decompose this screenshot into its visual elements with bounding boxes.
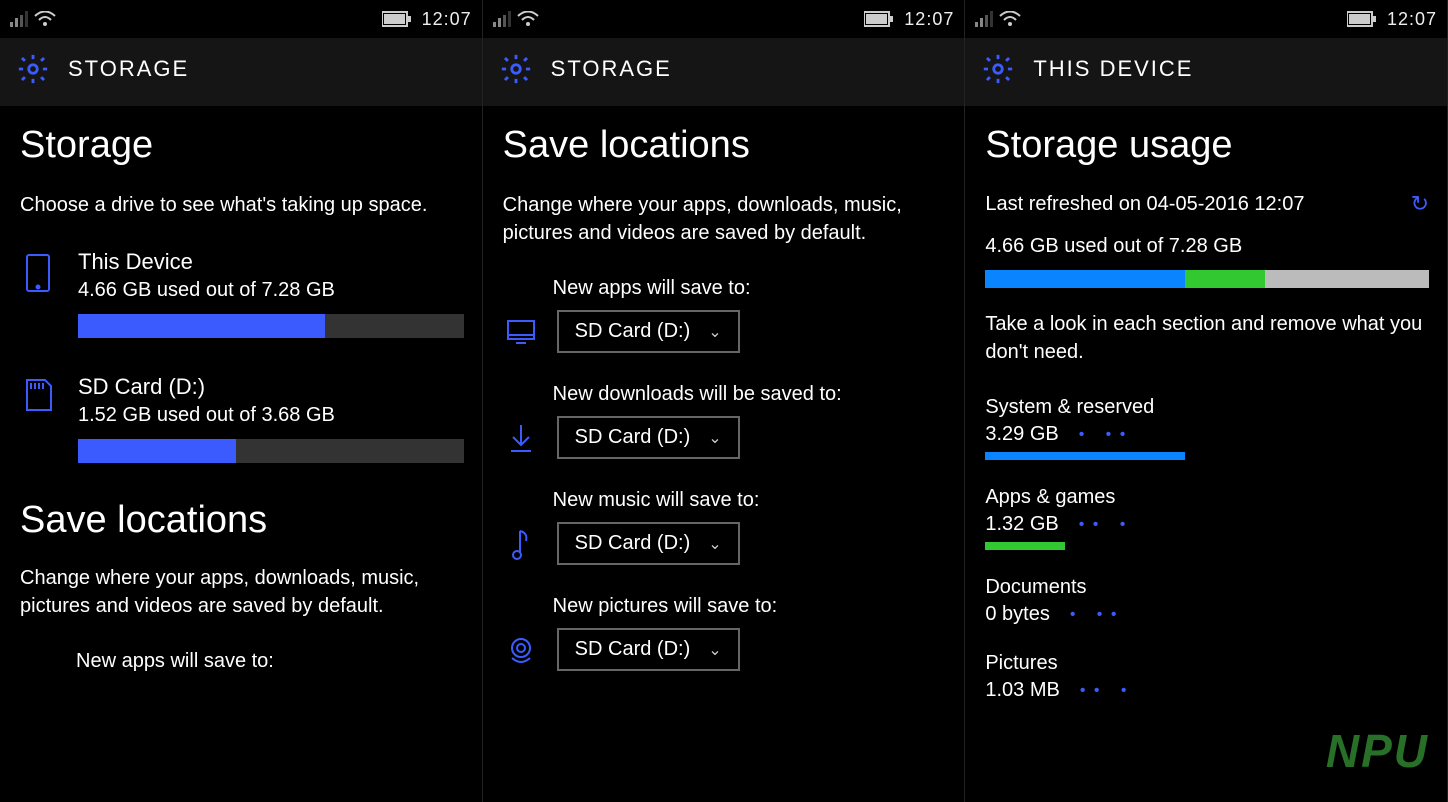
clock-text: 12:07 [904,9,954,30]
wifi-icon [517,11,539,27]
category-name: System & reserved [985,396,1429,419]
usage-bar-system [985,270,1185,288]
page-title: Storage usage [985,124,1429,167]
category-name: Pictures [985,652,1429,675]
save-downloads-label: New downloads will be saved to: [553,383,947,406]
dropdown-value: SD Card (D:) [575,320,691,343]
loading-dots-icon: • • • [1080,682,1129,700]
dropdown-value: SD Card (D:) [575,426,691,449]
signal-icon [10,11,28,27]
screen-storage-overview: 12:07 STORAGE Storage Choose a drive to … [0,0,483,802]
drive-progress-fill [78,439,236,463]
gear-icon[interactable] [981,52,1015,86]
category-apps[interactable]: Apps & games 1.32 GB • • • [985,486,1429,550]
drive-progress [78,439,464,463]
usage-bar [985,270,1429,288]
category-size: 1.03 MB [985,679,1059,702]
page-title: Storage [20,124,464,167]
save-pictures-label: New pictures will save to: [553,595,947,618]
watermark-logo: NPU [1326,724,1429,778]
drive-name: SD Card (D:) [78,374,464,400]
drive-progress-fill [78,314,325,338]
battery-icon [382,11,412,27]
last-refreshed-text: Last refreshed on 04-05-2016 12:07 [985,193,1304,216]
loading-dots-icon: • • • [1079,516,1128,534]
signal-icon [493,11,511,27]
status-bar: 12:07 [965,0,1447,38]
gear-icon[interactable] [16,52,50,86]
category-system[interactable]: System & reserved 3.29 GB • • • [985,396,1429,460]
status-bar: 12:07 [0,0,482,38]
category-name: Documents [985,576,1429,599]
clock-text: 12:07 [1387,9,1437,30]
category-size: 0 bytes [985,603,1049,626]
save-apps-label: New apps will save to: [553,277,947,300]
downloads-save-dropdown[interactable]: SD Card (D:) ⌄ [557,416,740,459]
usage-bar-apps [1185,270,1265,288]
category-pictures[interactable]: Pictures 1.03 MB • • • [985,652,1429,702]
save-locations-desc: Change where your apps, downloads, music… [20,564,464,620]
wifi-icon [34,11,56,27]
chevron-down-icon: ⌄ [708,534,721,554]
chevron-down-icon: ⌄ [708,322,721,342]
save-block-music: New music will save to: SD Card (D:) ⌄ [503,489,947,565]
refresh-icon[interactable]: ↻ [1411,191,1429,217]
dropdown-value: SD Card (D:) [575,638,691,661]
chevron-down-icon: ⌄ [708,428,721,448]
battery-icon [1347,11,1377,27]
drive-usage-text: 4.66 GB used out of 7.28 GB [78,279,464,302]
signal-icon [975,11,993,27]
drive-this-device[interactable]: This Device 4.66 GB used out of 7.28 GB [20,249,464,338]
usage-summary: 4.66 GB used out of 7.28 GB [985,235,1429,258]
category-bar-fill [985,452,1185,460]
apps-save-dropdown[interactable]: SD Card (D:) ⌄ [557,310,740,353]
phone-icon [20,249,56,338]
save-locations-heading: Save locations [20,499,464,542]
category-name: Apps & games [985,486,1429,509]
page-header: STORAGE [0,38,482,106]
page-title: Save locations [503,124,947,167]
drive-usage-text: 1.52 GB used out of 3.68 GB [78,404,464,427]
drive-progress [78,314,464,338]
music-note-icon [503,527,539,561]
header-title: THIS DEVICE [1033,56,1193,82]
header-title: STORAGE [68,56,189,82]
save-block-apps: New apps will save to: SD Card (D:) ⌄ [503,277,947,353]
status-bar: 12:07 [483,0,965,38]
wifi-icon [999,11,1021,27]
loading-dots-icon: • • • [1070,606,1119,624]
save-block-downloads: New downloads will be saved to: SD Card … [503,383,947,459]
chevron-down-icon: ⌄ [708,640,721,660]
save-apps-label: New apps will save to: [76,650,464,673]
pictures-save-dropdown[interactable]: SD Card (D:) ⌄ [557,628,740,671]
camera-icon [503,636,539,664]
page-header: THIS DEVICE [965,38,1447,106]
screen-storage-usage: 12:07 THIS DEVICE Storage usage Last ref… [965,0,1448,802]
dropdown-value: SD Card (D:) [575,532,691,555]
category-documents[interactable]: Documents 0 bytes • • • [985,576,1429,626]
page-header: STORAGE [483,38,965,106]
battery-icon [864,11,894,27]
music-save-dropdown[interactable]: SD Card (D:) ⌄ [557,522,740,565]
save-music-label: New music will save to: [553,489,947,512]
drive-sd-card[interactable]: SD Card (D:) 1.52 GB used out of 3.68 GB [20,374,464,463]
apps-icon [503,319,539,345]
loading-dots-icon: • • • [1079,426,1128,444]
category-bar-fill [985,542,1065,550]
header-title: STORAGE [551,56,672,82]
download-icon [503,423,539,453]
category-size: 1.32 GB [985,513,1058,536]
usage-bar-free [1265,270,1429,288]
page-subtitle: Change where your apps, downloads, music… [503,191,947,247]
gear-icon[interactable] [499,52,533,86]
screen-save-locations: 12:07 STORAGE Save locations Change wher… [483,0,966,802]
drive-name: This Device [78,249,464,275]
clock-text: 12:07 [422,9,472,30]
save-block-pictures: New pictures will save to: SD Card (D:) … [503,595,947,671]
sdcard-icon [20,374,56,463]
category-size: 3.29 GB [985,423,1058,446]
usage-hint: Take a look in each section and remove w… [985,310,1429,366]
page-subtitle: Choose a drive to see what's taking up s… [20,191,464,219]
